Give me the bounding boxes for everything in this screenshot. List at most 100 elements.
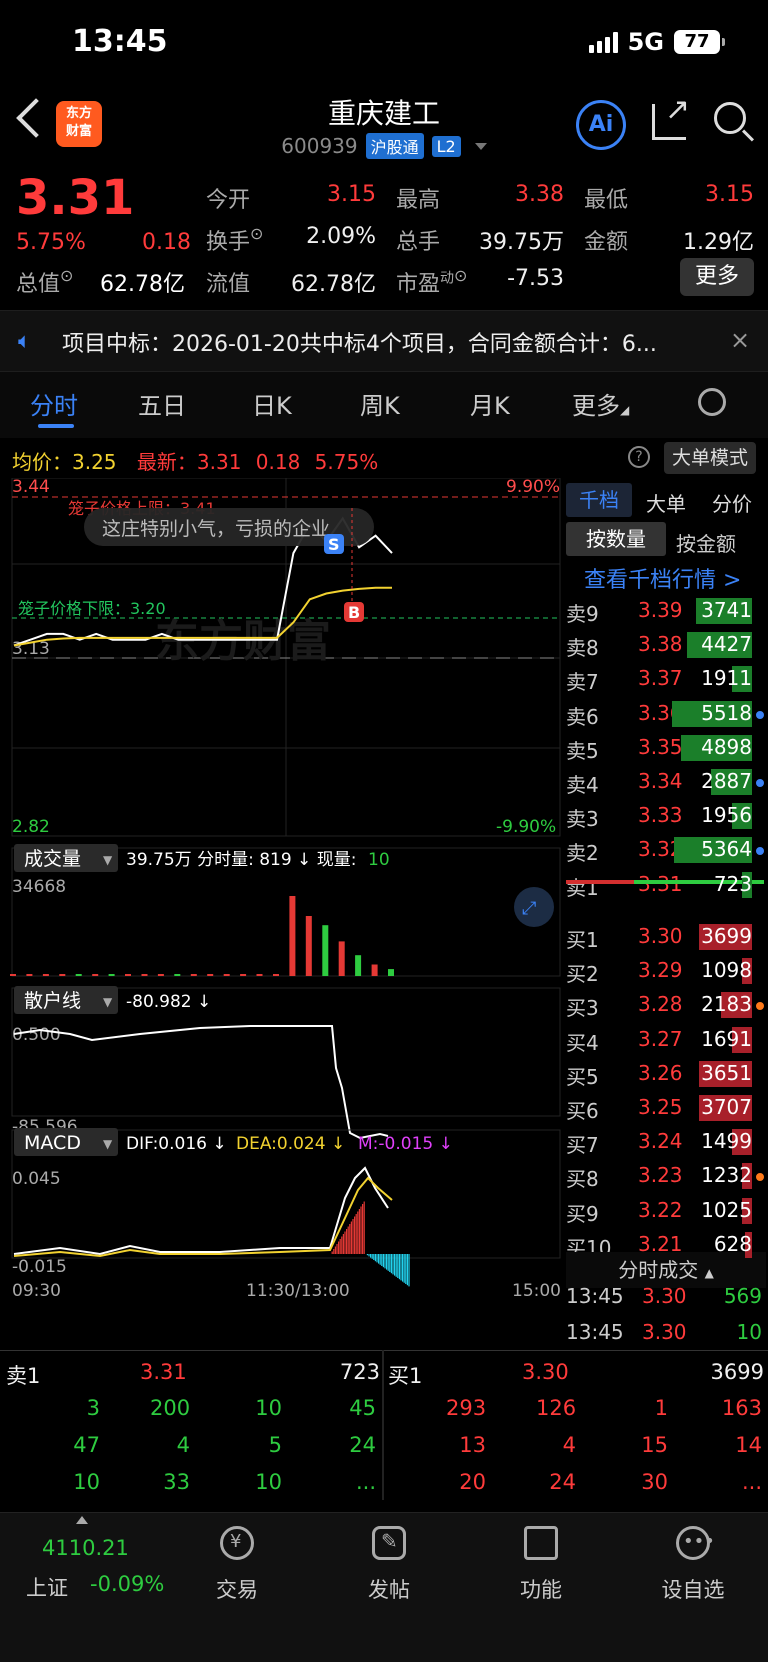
order-dot-icon — [756, 1173, 764, 1182]
gear-icon[interactable] — [698, 388, 726, 416]
tab-five-day[interactable]: 五日 — [138, 386, 186, 421]
bid-level-row[interactable]: 买1 3.30 3699 — [566, 920, 766, 954]
close-icon[interactable]: × — [730, 326, 750, 354]
macd-bar — [397, 1254, 399, 1278]
bid-level-row[interactable]: 买3 3.28 2183 — [566, 988, 766, 1022]
nav-trade[interactable]: 交易 — [192, 1574, 282, 1604]
ask-level-row[interactable]: 卖8 3.38 4427 — [566, 628, 766, 662]
trade-cell: 30 — [641, 1470, 668, 1494]
ai-assistant-icon[interactable]: Ai — [576, 100, 626, 150]
ask-level-row[interactable]: 卖6 3.36 5518 — [566, 697, 766, 731]
bid-level-row[interactable]: 买4 3.27 1691 — [566, 1023, 766, 1057]
ask-level-row[interactable]: 卖7 3.37 1911 — [566, 662, 766, 696]
pe-label[interactable]: 市盈动⊙ — [396, 266, 467, 298]
macd-bar — [374, 1254, 376, 1262]
trade-cell: 10 — [255, 1396, 282, 1420]
market-cap-label[interactable]: 总值⊙ — [16, 266, 73, 298]
macd-bar — [350, 1221, 352, 1254]
trade-cell: 5 — [268, 1433, 282, 1457]
bid-level-row[interactable]: 买2 3.29 1098 — [566, 954, 766, 988]
by-quantity-toggle[interactable]: 按数量 — [566, 522, 666, 556]
turnover-label[interactable]: 换手⊙ — [206, 224, 263, 256]
trade-cell: 4 — [562, 1433, 576, 1457]
bid-level-row[interactable]: 买6 3.25 3707 — [566, 1091, 766, 1125]
index-value[interactable]: 4110.21 — [42, 1536, 129, 1560]
high-value: 3.38 — [515, 182, 564, 207]
ask-level-row[interactable]: 卖3 3.33 1956 — [566, 799, 766, 833]
level-volume: 1025 — [701, 1197, 752, 1222]
view-depth-link[interactable]: 查看千档行情 > — [584, 562, 741, 594]
trade-divider — [382, 1350, 384, 1500]
tab-big-orders[interactable]: 大单 — [646, 488, 686, 517]
time-mid: 11:30/13:00 — [246, 1281, 350, 1301]
big-order-mode-button[interactable]: 大单模式 — [664, 442, 756, 474]
tick-time: 13:45 — [566, 1320, 624, 1344]
index-name[interactable]: 上证 — [26, 1572, 68, 1602]
ask-level-row[interactable]: 卖4 3.34 2887 — [566, 765, 766, 799]
macd-bar — [344, 1231, 346, 1254]
chevron-down-icon — [474, 142, 487, 150]
bid-level-row[interactable]: 买5 3.26 3651 — [566, 1057, 766, 1091]
tab-order-book[interactable]: 千档 — [566, 483, 632, 517]
trade-cell: 293 — [446, 1396, 487, 1420]
more-button[interactable]: 更多 — [680, 258, 754, 296]
macd-bar — [386, 1254, 388, 1270]
status-time: 13:45 — [72, 24, 168, 59]
by-amount-toggle[interactable]: 按金额 — [676, 528, 736, 557]
volume-bar — [388, 969, 394, 976]
tick-trades-header[interactable]: 分时成交 ▲ — [566, 1252, 766, 1288]
macd-bar — [352, 1219, 354, 1254]
tab-more[interactable]: 更多◢ — [572, 386, 629, 421]
bid-level-row[interactable]: 买9 3.22 1025 — [566, 1194, 766, 1228]
share-icon[interactable] — [652, 92, 690, 140]
signal-icon — [588, 31, 618, 53]
ask-level-row[interactable]: 卖2 3.32 5364 — [566, 833, 766, 867]
trade-cell: ... — [355, 1470, 376, 1494]
pe-label-text: 市盈 — [396, 272, 441, 297]
trade-cell: 163 — [721, 1396, 762, 1420]
ask-level-row[interactable]: 卖5 3.35 4898 — [566, 731, 766, 765]
level-volume: 3699 — [701, 924, 752, 948]
tab-monthly-k[interactable]: 月K — [470, 386, 510, 421]
level-volume: 1956 — [701, 803, 752, 828]
level-label: 卖6 — [566, 704, 599, 729]
nav-post[interactable]: 发帖 — [344, 1574, 434, 1604]
tab-more-label: 更多 — [572, 392, 620, 420]
tick-row: 13:45 3.30 569 — [566, 1284, 766, 1308]
tab-intraday[interactable]: 分时 — [30, 386, 78, 421]
nav-add-watchlist[interactable]: 设自选 — [648, 1574, 738, 1604]
macd-top-label: 0.045 — [12, 1169, 61, 1189]
level-price: 3.29 — [638, 958, 683, 983]
notice-text[interactable]: 项目中标：2026-01-20共中标4个项目，合同金额合计：6... — [62, 326, 657, 358]
bid-level-row[interactable]: 买8 3.23 1232 — [566, 1159, 766, 1193]
macd-bar — [370, 1254, 372, 1258]
tick-volume: 10 — [736, 1320, 762, 1344]
ask-level-row[interactable]: 卖13.31723 — [566, 868, 766, 902]
level-label: 卖5 — [566, 738, 599, 763]
ask-level-row[interactable]: 卖9 3.39 3741 — [566, 594, 766, 628]
level-price: 3.27 — [638, 1026, 683, 1051]
help-icon[interactable]: ? — [628, 446, 650, 468]
info-icon: ⊙ — [60, 266, 74, 285]
nav-functions[interactable]: 功能 — [496, 1574, 586, 1604]
intraday-chart[interactable]: 东方财富 3.44 3.13 2.82 9.90% -9.90% 笼子价格上限：… — [0, 478, 562, 1318]
tab-daily-k[interactable]: 日K — [252, 386, 292, 421]
status-indicators: 5G 77 — [588, 28, 725, 56]
macd-bar — [406, 1254, 408, 1286]
level-label: 买9 — [566, 1201, 599, 1226]
bid-level-row[interactable]: 买7 3.24 1499 — [566, 1125, 766, 1159]
volume-bar — [141, 974, 148, 976]
tab-price-distribution[interactable]: 分价 — [712, 488, 752, 517]
buy1-volume: 3699 — [710, 1360, 764, 1384]
tab-weekly-k[interactable]: 周K — [360, 386, 400, 421]
level-price: 3.38 — [638, 632, 683, 657]
volume-bar — [322, 925, 329, 976]
level-price: 3.24 — [638, 1129, 683, 1154]
tick-time: 13:45 — [566, 1284, 624, 1308]
level-volume: 2887 — [701, 769, 752, 793]
search-icon[interactable] — [714, 102, 746, 134]
last-change: 0.18 — [255, 450, 301, 474]
macd-bar — [382, 1254, 384, 1268]
buy-marker: B — [348, 603, 360, 622]
index-pct[interactable]: -0.09% — [90, 1572, 164, 1596]
